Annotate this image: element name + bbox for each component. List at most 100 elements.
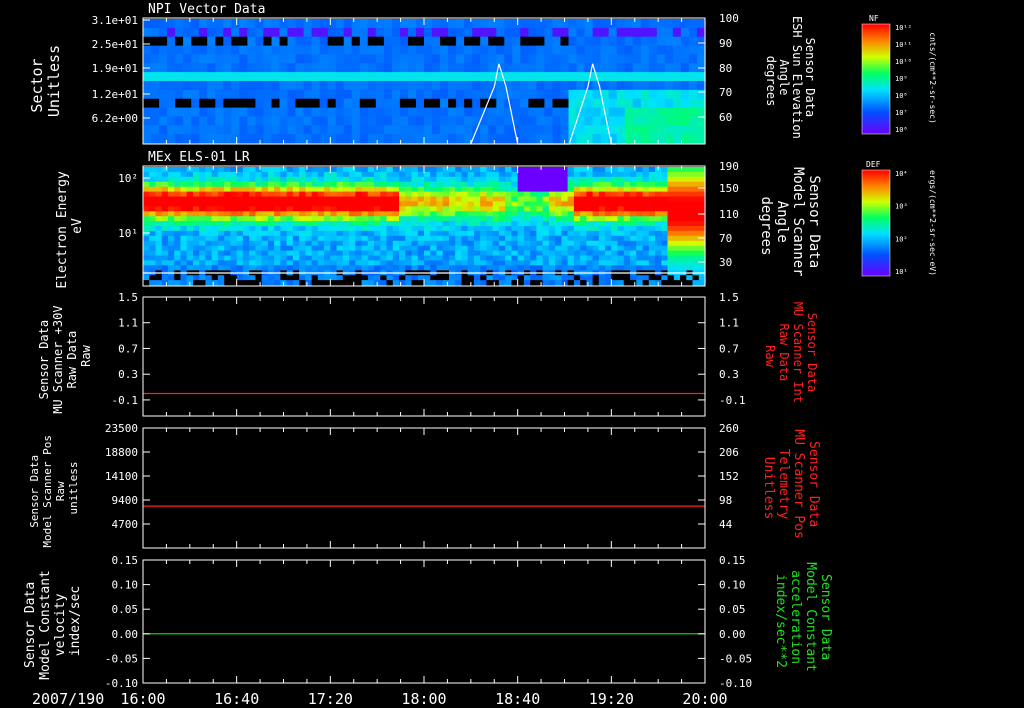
heat-cell	[317, 240, 325, 247]
heat-cell	[274, 255, 281, 261]
heat-cell	[292, 255, 300, 261]
heat-cell	[380, 250, 388, 257]
heat-cell	[548, 167, 556, 173]
heat-cell	[155, 265, 163, 271]
heat-cell	[180, 226, 188, 232]
heat-cell	[149, 216, 156, 222]
heat-cell	[436, 230, 444, 237]
heat-cell	[305, 201, 313, 207]
heat-cell	[573, 196, 581, 202]
heat-cell	[548, 191, 556, 198]
heat-cell	[544, 134, 553, 144]
heat-cell	[311, 72, 321, 82]
heat-cell	[274, 181, 281, 188]
heat-cell	[492, 167, 500, 173]
heat-cell	[155, 206, 163, 212]
panel-npi-title: NPI Vector Data	[148, 2, 265, 17]
heat-cell	[292, 167, 300, 173]
colorbar-tick-label: 10¹⁰	[895, 58, 912, 66]
heat-cell	[392, 275, 400, 281]
heat-cell	[236, 226, 244, 232]
heat-cell	[592, 275, 600, 281]
heat-cell	[568, 98, 578, 109]
heat-cell	[512, 19, 521, 29]
heat-cell	[193, 167, 200, 173]
heat-cell	[573, 250, 581, 257]
heat-cell	[327, 27, 337, 38]
heat-cell	[511, 265, 519, 271]
heat-cell	[672, 63, 682, 73]
heat-cell	[580, 275, 587, 281]
heat-cell	[205, 275, 213, 281]
heat-cell	[224, 260, 231, 266]
heat-cell	[530, 176, 537, 183]
heat-cell	[143, 45, 152, 56]
heat-cell	[692, 216, 700, 222]
heat-cell	[667, 240, 675, 247]
heat-cell	[474, 211, 481, 217]
y2tick-label: 206	[719, 446, 739, 459]
heat-cell	[448, 89, 457, 100]
heat-cell	[355, 171, 363, 178]
heat-cell	[374, 221, 381, 227]
heat-cell	[261, 265, 269, 271]
heat-cell	[467, 235, 475, 242]
heat-cell	[632, 27, 642, 38]
heat-cell	[616, 134, 626, 144]
heat-cell	[586, 191, 594, 198]
heat-cell	[656, 116, 666, 126]
heat-cell	[424, 19, 433, 29]
heat-cell	[617, 240, 625, 247]
heat-cell	[299, 250, 306, 257]
heat-cell	[199, 98, 208, 109]
heat-cell	[143, 206, 150, 212]
heat-cell	[199, 250, 206, 257]
heat-cell	[211, 226, 219, 232]
ytick-label: 1.9e+01	[92, 62, 138, 75]
heat-cell	[592, 226, 600, 232]
heat-cell	[642, 167, 650, 173]
heat-cell	[280, 240, 288, 247]
heat-cell	[561, 265, 569, 271]
heat-cell	[267, 191, 275, 198]
heat-cell	[656, 63, 666, 73]
heat-cell	[255, 107, 264, 118]
heat-cell	[367, 206, 375, 212]
heat-cell	[474, 226, 481, 232]
heat-cell	[305, 255, 313, 261]
heat-cell	[367, 181, 375, 188]
heat-cell	[605, 235, 612, 242]
heat-cell	[224, 280, 231, 286]
heat-cell	[380, 230, 388, 237]
heat-cell	[598, 211, 606, 217]
heat-cell	[542, 221, 550, 227]
heat-cell	[186, 186, 194, 193]
heat-cell	[467, 196, 475, 202]
heat-cell	[239, 54, 248, 64]
heat-cell	[697, 81, 706, 91]
heat-cell	[661, 226, 669, 232]
heat-cell	[242, 260, 250, 266]
heat-cell	[255, 230, 263, 237]
heat-cell	[561, 206, 569, 212]
heat-cell	[205, 191, 213, 198]
heat-cell	[611, 245, 619, 252]
heat-cell	[417, 226, 425, 232]
heat-cell	[498, 171, 506, 178]
heat-cell	[608, 72, 618, 82]
heat-cell	[247, 36, 256, 47]
heat-cell	[648, 181, 656, 188]
heat-cell	[623, 226, 631, 232]
heat-cell	[573, 201, 581, 207]
heat-cell	[255, 81, 264, 91]
heat-cell	[560, 116, 570, 126]
heat-cell	[592, 250, 600, 257]
npi-spectrogram	[143, 19, 706, 144]
heat-cell	[149, 226, 156, 232]
heat-cell	[230, 186, 238, 193]
heat-cell	[399, 171, 406, 178]
heat-cell	[231, 36, 240, 47]
heat-cell	[417, 230, 425, 237]
heat-cell	[411, 230, 419, 237]
heat-cell	[608, 89, 618, 100]
